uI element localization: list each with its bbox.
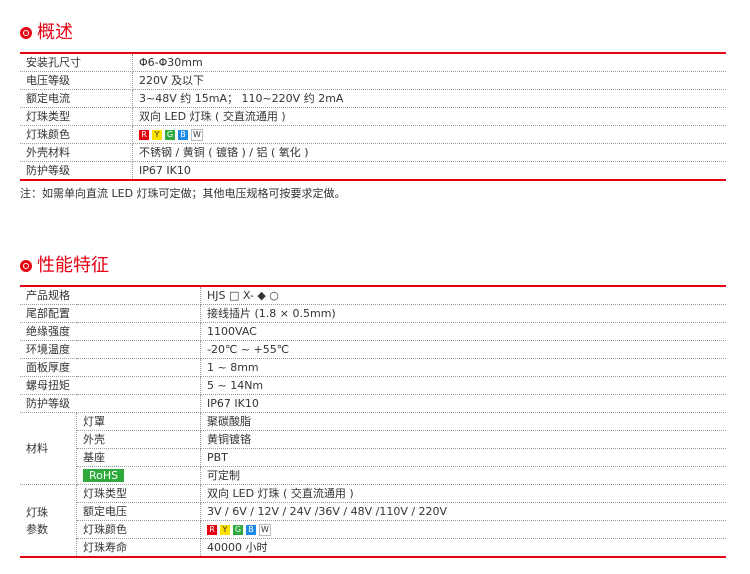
row-label: 防护等级	[20, 394, 201, 413]
row-label: 外壳	[76, 430, 201, 449]
performance-title: 性能特征	[37, 255, 109, 276]
table-row: 绝缘强度 1100VAC	[20, 322, 726, 341]
table-row: 尾部配置 接线插片 (1.8 × 0.5mm)	[20, 304, 726, 323]
row-value: 3V / 6V / 12V / 24V /36V / 48V /110V / 2…	[200, 502, 726, 521]
table-row: 面板厚度 1 ~ 8mm	[20, 358, 726, 377]
table-row: 安装孔尺寸 Φ6-Φ30mm	[20, 53, 726, 72]
table-row: 防护等级 IP67 IK10	[20, 394, 726, 413]
row-value: 接线插片 (1.8 × 0.5mm)	[200, 304, 726, 323]
overview-title: 概述	[37, 22, 73, 43]
table-row: 灯珠寿命 40000 小时	[20, 538, 726, 557]
row-label: 外壳材料	[20, 143, 133, 162]
color-swatch: W	[259, 524, 271, 536]
row-label: 灯罩	[76, 412, 201, 431]
row-label: 螺母扭矩	[20, 376, 201, 395]
color-swatch: Y	[152, 130, 162, 140]
color-swatches: RYGBW	[200, 520, 726, 539]
lamp-group-label: 灯珠 参数	[20, 484, 77, 558]
row-value: 220V 及以下	[132, 71, 726, 90]
row-label: 绝缘强度	[20, 322, 201, 341]
overview-note: 注：如需单向直流 LED 灯珠可定做；其他电压规格可按要求定做。	[20, 187, 346, 200]
row-value: 双向 LED 灯珠 ( 交直流通用 )	[200, 484, 726, 503]
table-row: 产品规格 HJS □ X- ◆ ○	[20, 286, 726, 305]
color-swatch: B	[246, 525, 256, 535]
row-label: 产品规格	[20, 286, 201, 305]
row-value: 可定制	[200, 466, 726, 485]
table-row: 防护等级 IP67 IK10	[20, 161, 726, 180]
overview-header: 概述	[20, 22, 73, 44]
row-label: 安装孔尺寸	[20, 53, 133, 72]
row-label: 面板厚度	[20, 358, 201, 377]
row-label: 基座	[76, 448, 201, 467]
row-label: 灯珠类型	[76, 484, 201, 503]
row-value: IP67 IK10	[200, 394, 726, 413]
row-value: Φ6-Φ30mm	[132, 53, 726, 72]
table-row: 灯珠颜色 RYGBW	[20, 520, 726, 539]
row-label: 额定电流	[20, 89, 133, 108]
table-row: 外壳材料 不锈钢 / 黄铜 ( 镀铬 ) / 铝 ( 氧化 )	[20, 143, 726, 162]
row-value: 双向 LED 灯珠 ( 交直流通用 )	[132, 107, 726, 126]
material-group-label: 材料	[20, 412, 77, 485]
row-value: 不锈钢 / 黄铜 ( 镀铬 ) / 铝 ( 氧化 )	[132, 143, 726, 162]
power-icon	[20, 27, 32, 39]
color-swatch: B	[178, 130, 188, 140]
row-label: 尾部配置	[20, 304, 201, 323]
row-label: 灯珠颜色	[76, 520, 201, 539]
table-row: 材料 灯罩 聚碳酸脂	[20, 412, 726, 485]
table-row: 环境温度 -20℃ ~ +55℃	[20, 340, 726, 359]
table-row: 电压等级 220V 及以下	[20, 71, 726, 90]
color-swatch: R	[139, 130, 149, 140]
table-row: 灯珠类型 双向 LED 灯珠 ( 交直流通用 )	[20, 107, 726, 126]
color-swatch: R	[207, 525, 217, 535]
row-label: 额定电压	[76, 502, 201, 521]
color-swatch: Y	[220, 525, 230, 535]
color-swatch: G	[233, 525, 243, 535]
table-row: RoHS 可定制	[20, 466, 726, 485]
row-value: 聚碳酸脂	[200, 412, 726, 431]
color-swatch: W	[191, 129, 203, 141]
row-value: PBT	[200, 448, 726, 467]
lamp-group-line2: 参数	[26, 522, 48, 536]
color-swatches: RYGBW	[132, 125, 726, 144]
power-icon	[20, 260, 32, 272]
table-row: 额定电压 3V / 6V / 12V / 24V /36V / 48V /110…	[20, 502, 726, 521]
performance-table: 产品规格 HJS □ X- ◆ ○ 尾部配置 接线插片 (1.8 × 0.5mm…	[20, 285, 726, 558]
row-value: IP67 IK10	[139, 164, 191, 177]
table-row: 外壳 黄铜镀铬	[20, 430, 726, 449]
row-value: 5 ~ 14Nm	[200, 376, 726, 395]
overview-table: 安装孔尺寸 Φ6-Φ30mm 电压等级 220V 及以下 额定电流 3~48V …	[20, 52, 726, 181]
table-row: 螺母扭矩 5 ~ 14Nm	[20, 376, 726, 395]
table-row: 额定电流 3~48V 约 15mA； 110~220V 约 2mA	[20, 89, 726, 108]
row-value: 40000 小时	[207, 541, 268, 554]
row-value: HJS □ X- ◆ ○	[200, 286, 726, 305]
rohs-badge: RoHS	[83, 469, 125, 482]
color-swatch: G	[165, 130, 175, 140]
row-label: 灯珠颜色	[20, 125, 133, 144]
table-row: 灯珠参数 灯珠类型 双向 LED 灯珠 ( 交直流通用 )	[20, 484, 726, 558]
rohs-cell: RoHS	[76, 466, 201, 485]
row-label: 电压等级	[20, 71, 133, 90]
row-value: 1 ~ 8mm	[200, 358, 726, 377]
row-label: 环境温度	[20, 340, 201, 359]
row-value: 1100VAC	[200, 322, 726, 341]
row-value: -20℃ ~ +55℃	[200, 340, 726, 359]
row-value: 黄铜镀铬	[200, 430, 726, 449]
row-value: 3~48V 约 15mA； 110~220V 约 2mA	[132, 89, 726, 108]
performance-header: 性能特征	[20, 255, 109, 277]
table-row: 基座 PBT	[20, 448, 726, 467]
table-row: 灯珠颜色 RYGBW	[20, 125, 726, 144]
row-label: 防护等级	[20, 161, 133, 180]
row-label: 灯珠类型	[20, 107, 133, 126]
lamp-group-line1: 灯珠	[26, 505, 48, 519]
row-label: 灯珠寿命	[76, 538, 201, 557]
